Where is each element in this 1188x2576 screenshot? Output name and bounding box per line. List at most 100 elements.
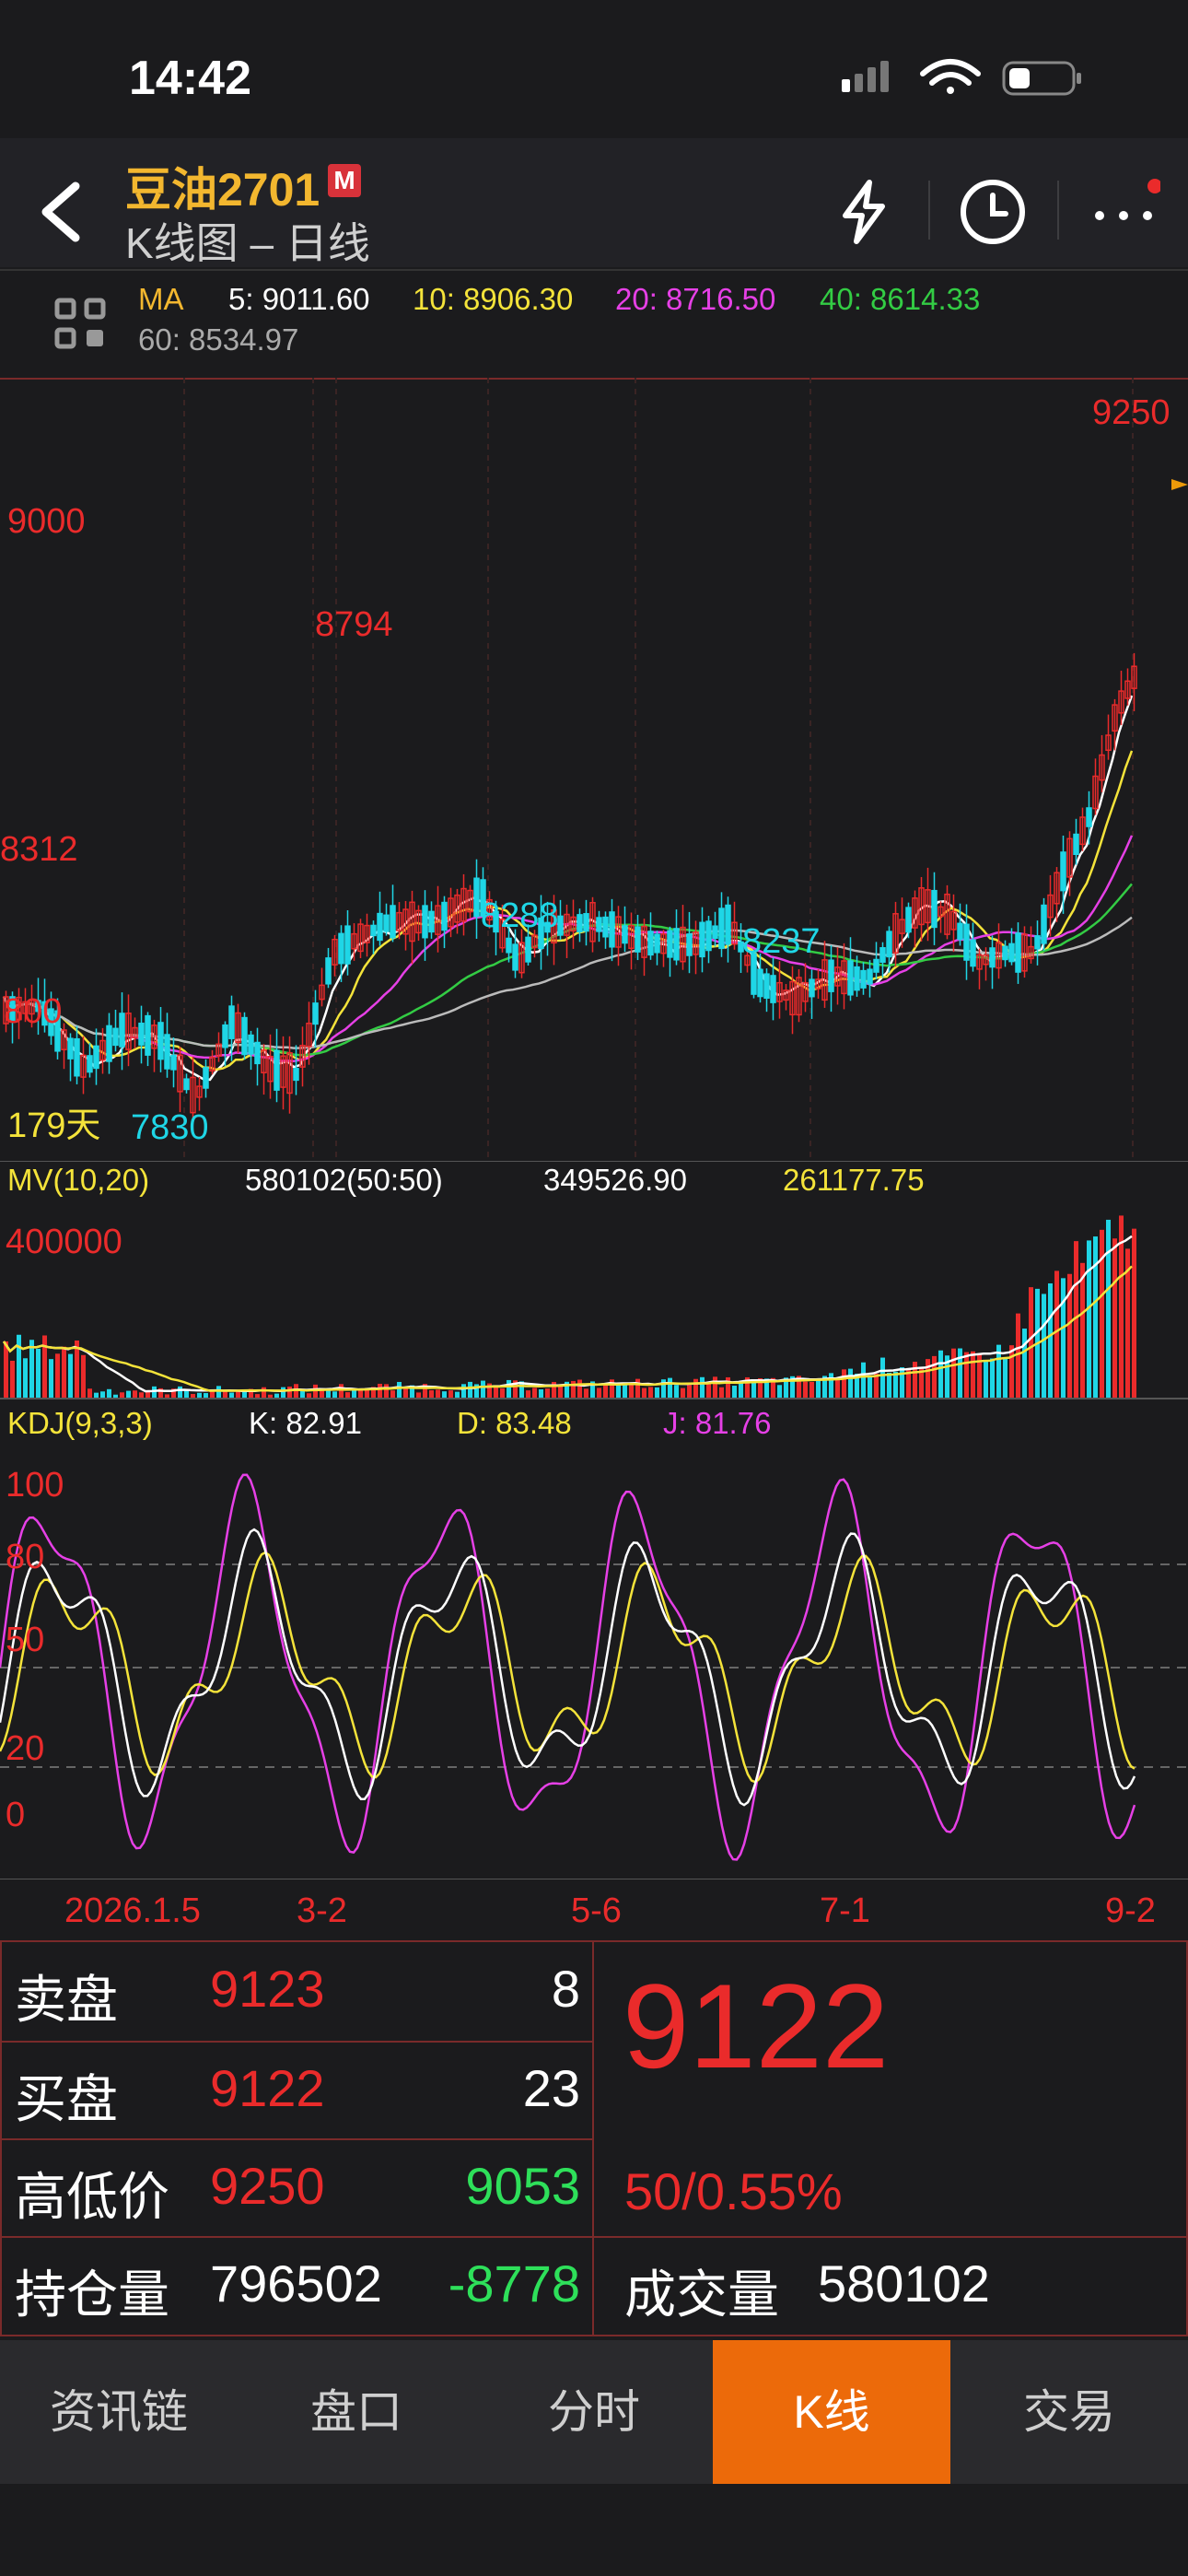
volume-bar bbox=[49, 1359, 53, 1399]
candlestick-chart[interactable]: 9000 8312 800 9250 8794 8288 8237 7830 1… bbox=[0, 378, 1188, 1161]
tab-order-book[interactable]: 盘口 bbox=[238, 2340, 475, 2484]
volume-bar bbox=[1048, 1282, 1053, 1399]
y-label-8312: 8312 bbox=[0, 830, 78, 869]
volume-bar bbox=[687, 1385, 692, 1399]
back-icon[interactable] bbox=[33, 175, 88, 249]
tab-intraday[interactable]: 分时 bbox=[475, 2340, 713, 2484]
candle-body bbox=[705, 920, 712, 952]
volume-bar bbox=[990, 1358, 995, 1399]
candle-body bbox=[67, 1037, 74, 1060]
candle-body bbox=[525, 936, 531, 963]
volume-bar bbox=[345, 1392, 350, 1399]
candle-body bbox=[873, 958, 879, 973]
quote-grid bbox=[0, 1940, 1188, 2336]
last-price: 9122 bbox=[623, 1959, 890, 2093]
volume-bar bbox=[835, 1377, 840, 1399]
candle-body bbox=[809, 978, 815, 998]
candle-body bbox=[1015, 932, 1021, 973]
candle-body bbox=[847, 960, 854, 996]
trough-label-8237: 8237 bbox=[742, 922, 821, 961]
candle-body bbox=[145, 1014, 151, 1056]
volume-bar bbox=[120, 1392, 124, 1399]
candle-body bbox=[248, 1034, 254, 1055]
candle-body bbox=[654, 933, 660, 954]
chart-subtitle[interactable]: K线图 – 日线 bbox=[125, 210, 370, 271]
volume-bar bbox=[461, 1384, 466, 1399]
candle-body bbox=[87, 1055, 93, 1073]
volume-ma-lines bbox=[2, 1235, 1133, 1393]
volume-bar bbox=[719, 1387, 724, 1399]
tab-news[interactable]: 资讯链 bbox=[0, 2340, 238, 2484]
candle-body bbox=[112, 1027, 119, 1047]
volume-bar bbox=[126, 1390, 131, 1399]
volume-bar bbox=[809, 1381, 814, 1399]
volume-bar bbox=[803, 1381, 808, 1399]
candle-body bbox=[763, 973, 770, 1000]
candle-body bbox=[241, 1016, 248, 1056]
volume-bar bbox=[332, 1391, 337, 1399]
volume-bar bbox=[139, 1392, 144, 1399]
ma5-value: 5: 9011.60 bbox=[228, 282, 370, 316]
tab-trade[interactable]: 交易 bbox=[950, 2340, 1188, 2484]
volume-ma10: 349526.90 bbox=[543, 1163, 687, 1197]
candle-body bbox=[370, 924, 377, 937]
volume-bar bbox=[403, 1388, 408, 1399]
volume-bar bbox=[739, 1381, 743, 1399]
kdj-d-value: D: 83.48 bbox=[457, 1406, 572, 1440]
candle-body bbox=[970, 939, 976, 967]
volume-bar bbox=[62, 1346, 66, 1399]
date-label-3: 5-6 bbox=[571, 1891, 622, 1930]
candle-body bbox=[931, 889, 938, 929]
volume-bar bbox=[816, 1380, 821, 1399]
volume-bar bbox=[320, 1389, 324, 1399]
volume-chart[interactable]: MV(10,20) 580102(50:50) 349526.90 261177… bbox=[0, 1161, 1188, 1400]
volume-bar bbox=[693, 1378, 698, 1399]
candle-body bbox=[718, 907, 725, 950]
candle-body bbox=[602, 916, 609, 938]
volume-bar bbox=[829, 1373, 833, 1399]
volume-bar bbox=[107, 1388, 111, 1399]
kdj-chart[interactable]: KDJ(9,3,3) K: 82.91 D: 83.48 J: 81.76 10… bbox=[0, 1400, 1188, 1879]
candle-body bbox=[1002, 945, 1008, 961]
candle-body bbox=[596, 917, 602, 932]
candle-body bbox=[886, 931, 892, 958]
clock-icon[interactable] bbox=[956, 175, 1030, 249]
volume-total: 580102 bbox=[818, 2254, 990, 2313]
volume-bar bbox=[1112, 1238, 1117, 1399]
volume-bar bbox=[339, 1384, 344, 1399]
volume-bar bbox=[732, 1386, 737, 1399]
volume-bar bbox=[68, 1353, 73, 1399]
tab-kline[interactable]: K线 bbox=[713, 2340, 950, 2484]
peak-price-label: 8794 bbox=[315, 605, 393, 644]
volume-bar bbox=[655, 1387, 659, 1399]
candle-body bbox=[428, 910, 435, 933]
volume-bar bbox=[623, 1384, 627, 1399]
high-low-label: 高低价 bbox=[15, 2168, 169, 2226]
candle-body bbox=[725, 904, 731, 945]
ma-line-10 bbox=[2, 750, 1134, 1071]
candle-body bbox=[609, 911, 615, 948]
date-label-2: 3-2 bbox=[297, 1891, 347, 1930]
volume-bar bbox=[777, 1385, 782, 1399]
kdj-y-80: 80 bbox=[6, 1538, 44, 1576]
candle-body bbox=[905, 907, 912, 933]
volume-bar bbox=[1080, 1262, 1085, 1399]
flash-icon[interactable] bbox=[827, 175, 901, 249]
volume-bar bbox=[216, 1386, 221, 1399]
candle-body bbox=[390, 905, 396, 939]
price-marker-icon bbox=[1171, 479, 1188, 490]
volume-bar bbox=[81, 1354, 86, 1399]
open-interest-label: 持仓量 bbox=[15, 2266, 169, 2324]
candle-body bbox=[93, 1045, 99, 1070]
more-icon[interactable] bbox=[1087, 175, 1160, 249]
date-axis: 2026.1.5 3-2 5-6 7-1 9-2 bbox=[64, 1891, 1156, 1930]
open-interest: 796502 bbox=[210, 2254, 382, 2313]
candle-body bbox=[879, 947, 886, 964]
date-label-1: 2026.1.5 bbox=[64, 1891, 201, 1930]
candle-body bbox=[1034, 935, 1041, 950]
grid-icon[interactable] bbox=[53, 297, 109, 352]
signal-icon bbox=[842, 61, 889, 92]
volume-bar bbox=[642, 1388, 646, 1399]
bottom-tab-bar: 资讯链 盘口 分时 K线 交易 bbox=[0, 2340, 1188, 2484]
volume-bar bbox=[926, 1359, 930, 1399]
